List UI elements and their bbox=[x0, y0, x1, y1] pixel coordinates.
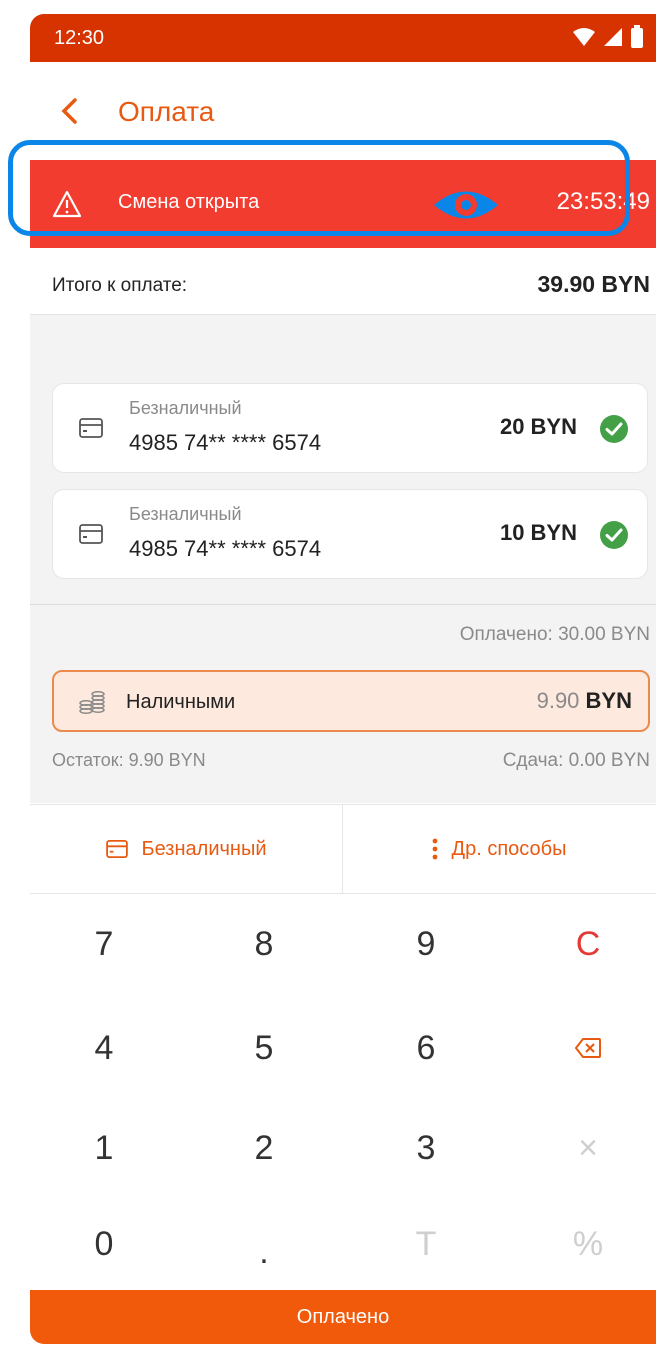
key-0[interactable]: 0 bbox=[44, 1204, 164, 1284]
key-clear[interactable]: C bbox=[528, 904, 648, 984]
total-value: 39.90 BYN bbox=[537, 271, 650, 297]
credit-card-icon bbox=[79, 418, 103, 438]
key-7[interactable]: 7 bbox=[44, 904, 164, 984]
remainder-label: Остаток: 9.90 BYN bbox=[52, 750, 206, 770]
eye-icon[interactable] bbox=[430, 184, 502, 226]
warning-icon bbox=[52, 190, 82, 218]
status-icons bbox=[572, 25, 644, 49]
key-dot[interactable]: . bbox=[204, 1212, 324, 1292]
more-vert-icon bbox=[432, 838, 437, 860]
paid-summary: Оплачено: 30.00 BYN bbox=[459, 624, 650, 645]
total-label: Итого к оплате: bbox=[52, 275, 188, 296]
key-1[interactable]: 1 bbox=[44, 1108, 164, 1188]
other-methods-label: Др. способы bbox=[451, 837, 567, 860]
section-divider bbox=[30, 604, 656, 605]
key-3[interactable]: 3 bbox=[366, 1108, 486, 1188]
status-time: 12:30 bbox=[54, 26, 105, 49]
cash-currency: BYN bbox=[585, 688, 632, 713]
other-methods-button[interactable]: Др. способы bbox=[343, 805, 655, 893]
key-8[interactable]: 8 bbox=[204, 904, 324, 984]
key-6[interactable]: 6 bbox=[366, 1008, 486, 1088]
total-row: Итого к оплате: 39.90 BYN bbox=[30, 248, 656, 315]
shift-open-banner: Смена открыта 23:53:49 bbox=[30, 160, 656, 248]
status-bar: 12:30 bbox=[30, 14, 656, 62]
payment-type: Безналичный bbox=[129, 398, 242, 418]
signal-icon bbox=[604, 28, 622, 46]
key-4[interactable]: 4 bbox=[44, 1008, 164, 1088]
card-number: 4985 74** **** 6574 bbox=[129, 536, 322, 561]
change-label: Сдача: 0.00 BYN bbox=[502, 750, 650, 771]
credit-card-icon bbox=[105, 840, 128, 858]
key-percent[interactable]: % bbox=[528, 1204, 648, 1284]
paid-button[interactable]: Оплачено bbox=[30, 1290, 656, 1344]
wifi-icon bbox=[573, 28, 595, 46]
backspace-icon bbox=[575, 1038, 601, 1058]
key-backspace[interactable] bbox=[528, 1008, 648, 1088]
payment-methods: Безналичный Др. способы bbox=[30, 804, 656, 894]
cash-label: Наличными bbox=[126, 691, 236, 713]
cash-payment-row[interactable]: Наличными 9.90 BYN bbox=[52, 670, 650, 732]
payment-amount: 10 BYN bbox=[499, 520, 577, 545]
check-circle-icon bbox=[600, 415, 628, 443]
cash-amount[interactable]: 9.90 BYN bbox=[537, 688, 632, 714]
key-2[interactable]: 2 bbox=[204, 1108, 324, 1188]
phone-screen: 12:30 Оплата Смена открыта 23:53:49 Итог… bbox=[30, 14, 656, 1344]
credit-card-icon bbox=[79, 524, 103, 544]
card-number: 4985 74** **** 6574 bbox=[129, 430, 322, 455]
shift-timer: 23:53:49 bbox=[556, 188, 650, 215]
key-t[interactable]: T bbox=[366, 1204, 486, 1284]
key-multiply[interactable]: × bbox=[528, 1108, 648, 1188]
key-5[interactable]: 5 bbox=[204, 1008, 324, 1088]
app-bar: Оплата bbox=[30, 62, 656, 158]
key-9[interactable]: 9 bbox=[366, 904, 486, 984]
battery-icon bbox=[631, 25, 643, 48]
cashless-method-label: Безналичный bbox=[141, 837, 267, 860]
shift-status-label: Смена открыта bbox=[118, 191, 260, 213]
numeric-keypad: 7 8 9 C 4 5 6 1 2 3 × 0 . T % bbox=[30, 894, 656, 1290]
payment-card-2[interactable]: Безналичный 4985 74** **** 6574 10 BYN bbox=[52, 489, 648, 579]
cash-amount-value: 9.90 bbox=[536, 688, 580, 713]
cashless-method-button[interactable]: Безналичный bbox=[30, 805, 343, 893]
coins-icon bbox=[79, 691, 105, 714]
page-title: Оплата bbox=[118, 96, 215, 127]
check-circle-icon bbox=[600, 521, 628, 549]
payment-amount: 20 BYN bbox=[499, 414, 577, 439]
back-arrow-icon[interactable] bbox=[58, 98, 84, 124]
payment-card-1[interactable]: Безналичный 4985 74** **** 6574 20 BYN bbox=[52, 383, 648, 473]
payment-type: Безналичный bbox=[129, 504, 242, 524]
